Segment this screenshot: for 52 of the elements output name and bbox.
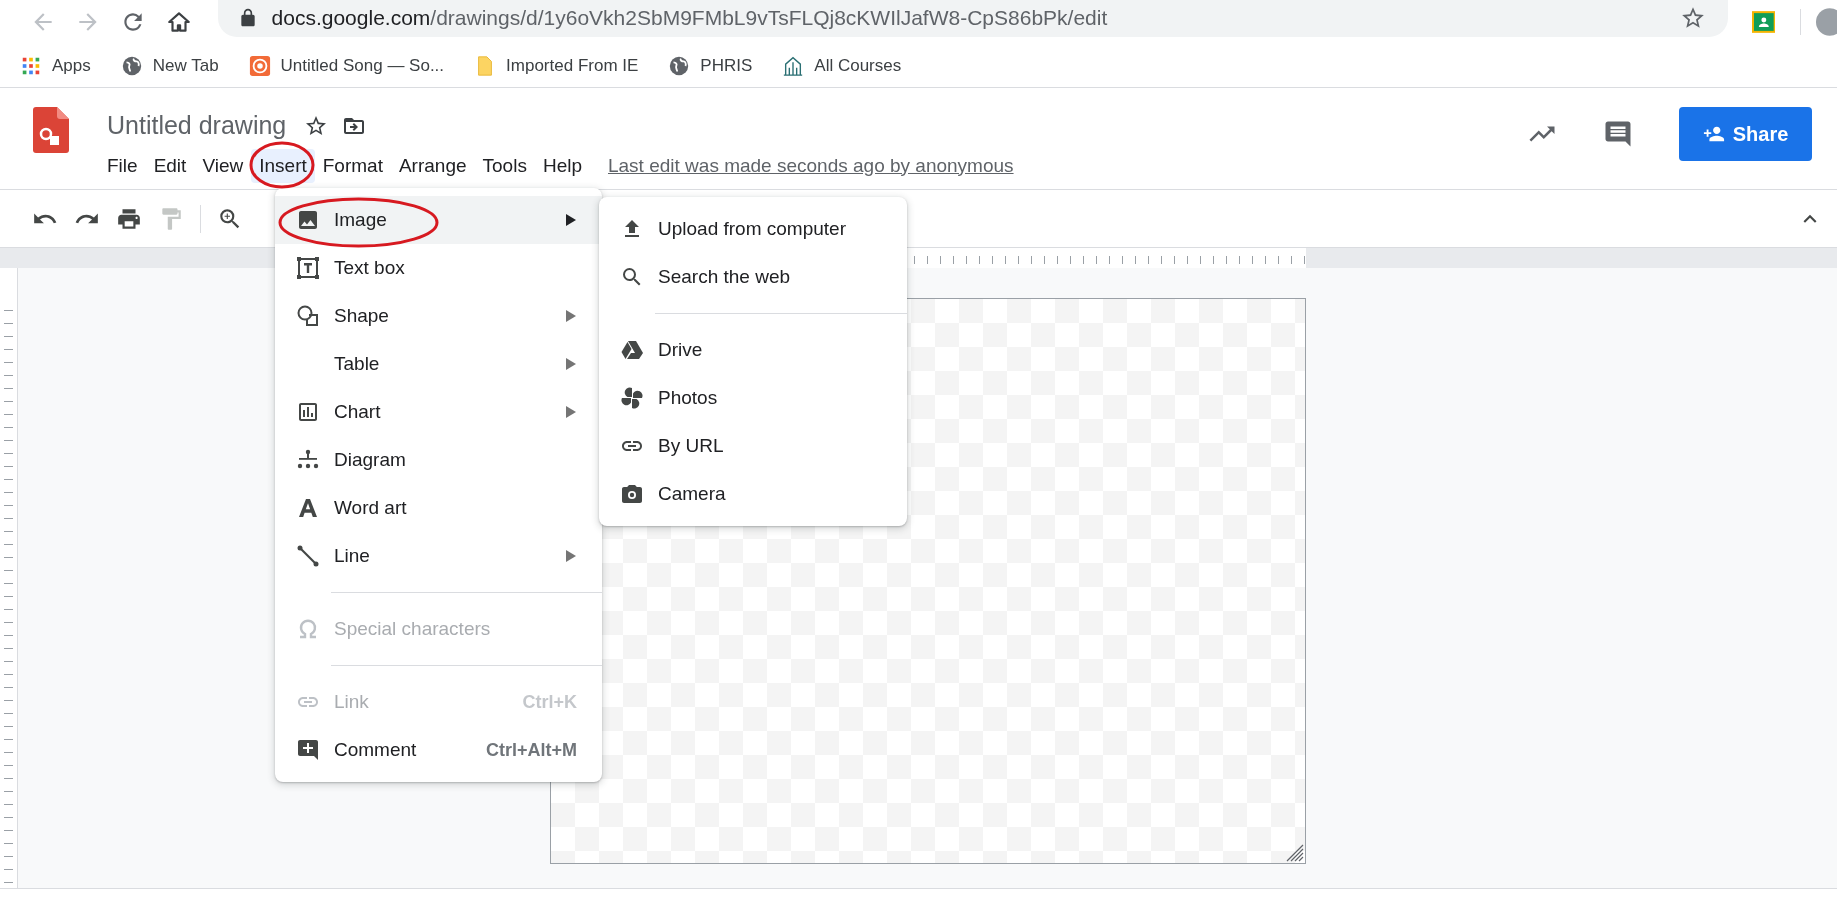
menu-item[interactable]: Image — [275, 196, 602, 244]
share-button[interactable]: Share — [1679, 107, 1812, 161]
shape-icon — [296, 304, 320, 328]
menu-item[interactable]: Search the web — [599, 253, 907, 301]
menu-item[interactable]: Edit — [145, 148, 195, 183]
line-icon — [296, 544, 320, 568]
bookmark-link[interactable]: All Courses — [782, 52, 902, 79]
bookmark-link[interactable]: Imported From IE — [474, 52, 639, 79]
menu-item[interactable]: Tools — [474, 148, 535, 183]
image-icon — [296, 208, 320, 232]
menu-item[interactable]: Upload from computer — [599, 205, 907, 253]
globe-icon — [668, 54, 691, 77]
menu-item[interactable]: View — [194, 148, 252, 183]
home-icon — [165, 9, 192, 35]
globe-icon — [120, 54, 143, 77]
menu-item[interactable]: Camera — [599, 470, 907, 518]
word-art-icon — [296, 496, 320, 520]
menu-item[interactable]: Diagram — [275, 436, 602, 484]
menu-item[interactable]: Word art — [275, 484, 602, 532]
url-text: docs.google.com/drawings/d/1y6oVkh2SbM9FMbL9vTsFLQj8cKWIlJafW8-CpS86bPk/edit — [271, 5, 1108, 32]
document-title[interactable]: Untitled drawing — [107, 107, 287, 145]
building-icon — [782, 54, 805, 77]
menu-item[interactable]: Text box — [275, 244, 602, 292]
menu-item[interactable]: Table — [275, 340, 602, 388]
bookmark-link[interactable]: Untitled Song — So... — [248, 52, 445, 79]
menu-item[interactable]: By URL — [599, 422, 907, 470]
menu-item[interactable]: Help — [534, 148, 590, 183]
menu-item[interactable]: Photos — [599, 374, 907, 422]
drawings-logo-icon — [33, 107, 69, 153]
classroom-extension-icon[interactable] — [1751, 11, 1776, 33]
address-bar[interactable]: docs.google.com/drawings/d/1y6oVkh2SbM9FMbL9vTsFLQj8cKWIlJafW8-CpS86bPk/edit — [217, 0, 1728, 37]
menu-item[interactable]: Shape — [275, 292, 602, 340]
text-box-icon — [296, 256, 320, 280]
triangle-logo-icon — [620, 338, 644, 362]
music-app-icon — [248, 54, 271, 77]
menu-item[interactable]: Format — [314, 148, 391, 183]
menu-item[interactable]: Chart — [275, 388, 602, 436]
menu-item[interactable]: Drive — [599, 326, 907, 374]
chart-icon — [296, 400, 320, 424]
camera-icon — [620, 482, 644, 506]
menu-item[interactable]: File — [99, 148, 146, 183]
pinwheel-icon — [620, 386, 644, 410]
last-edit-link[interactable]: Last edit was made seconds ago by anonymous — [608, 151, 1014, 180]
menu-item[interactable]: Line — [275, 532, 602, 580]
menu-item[interactable]: Arrange — [390, 148, 475, 183]
bookmark-link[interactable]: PHRIS — [668, 52, 753, 79]
bookmark-link[interactable]: Apps — [20, 52, 91, 79]
bookmark-link[interactable]: New Tab — [120, 52, 219, 79]
resize-handle-icon[interactable] — [1286, 844, 1304, 862]
menu-item[interactable]: Comment Ctrl+Alt+M — [275, 726, 602, 774]
comment-add-icon — [296, 738, 320, 762]
comment-icon[interactable] — [1603, 119, 1633, 149]
